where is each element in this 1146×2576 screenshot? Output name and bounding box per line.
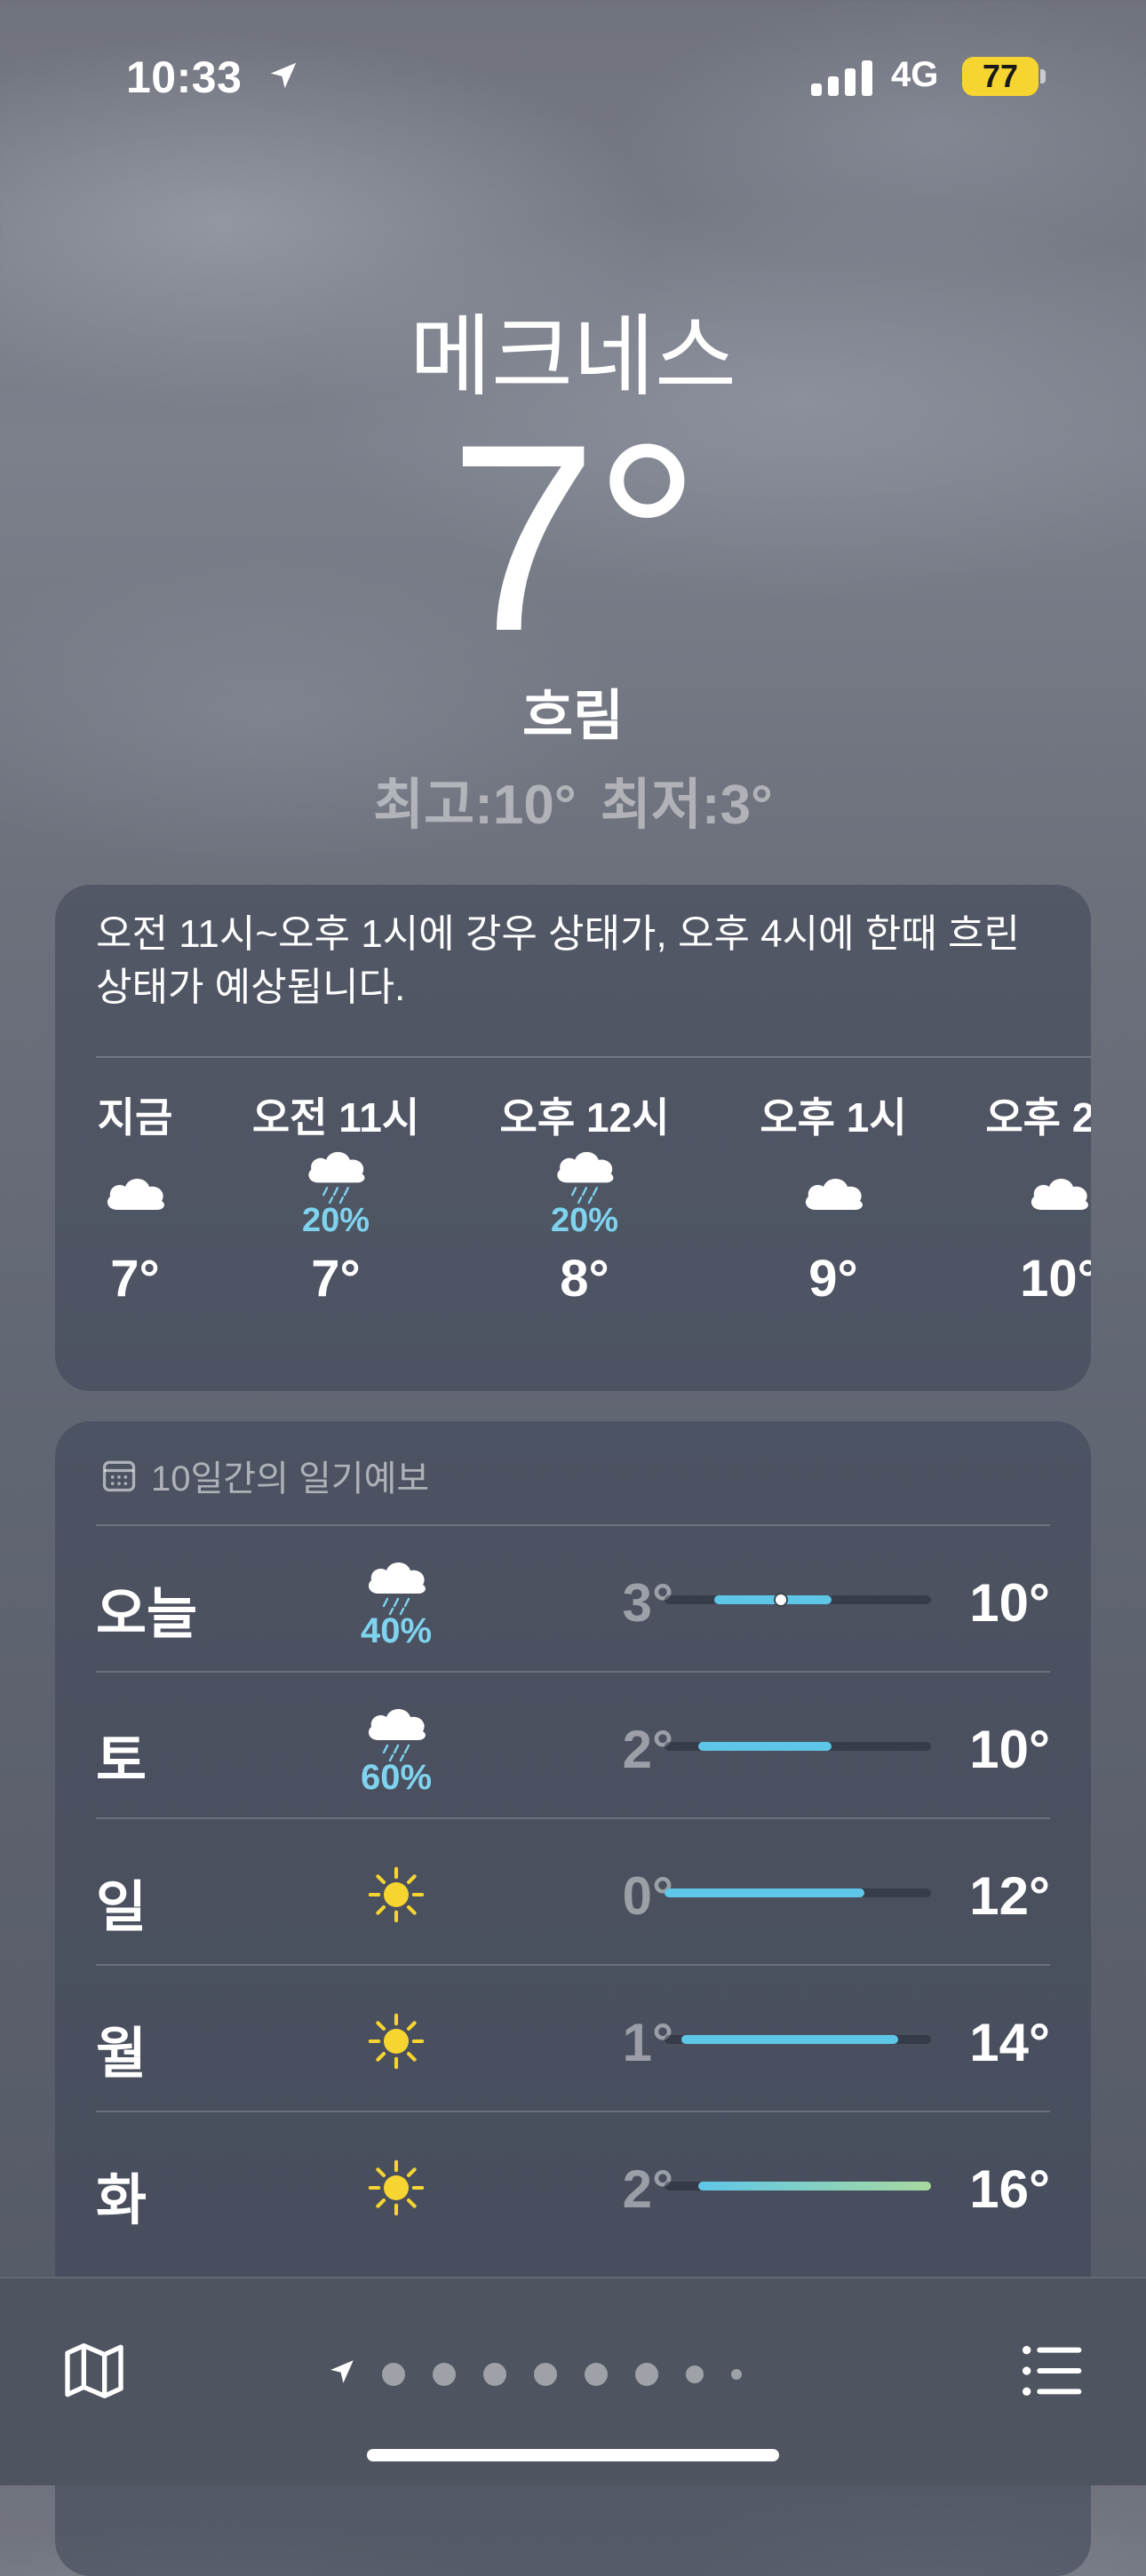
cellular-signal-icon	[811, 60, 872, 96]
temperature-range-fill	[697, 1742, 832, 1751]
temperature-range-bar	[665, 2182, 931, 2190]
day-name: 일	[96, 1877, 147, 1938]
home-indicator	[367, 2449, 779, 2461]
hour-temperature: 9°	[808, 1250, 858, 1308]
day-name: 월	[96, 2023, 147, 2085]
day-name: 토	[96, 1730, 147, 1792]
location-arrow-icon	[270, 62, 297, 89]
page-dot[interactable]	[731, 2368, 742, 2380]
high-temperature: 12°	[969, 1866, 1050, 1926]
sun-icon	[334, 1984, 458, 2099]
high-temperature: 10°	[969, 1720, 1050, 1779]
day-row[interactable]: 토 60% 2° 10°	[96, 1671, 1050, 1818]
temperature-range-fill	[680, 2035, 898, 2044]
hour-label: 지금	[97, 1094, 173, 1141]
page-dot[interactable]	[483, 2362, 506, 2386]
page-dot[interactable]	[585, 2362, 608, 2386]
day-row[interactable]: 일 0° 12°	[96, 1817, 1050, 1965]
cloud-rain-icon: 40%	[334, 1544, 458, 1659]
network-type: 4G	[891, 55, 939, 94]
low-temperature: 2°	[622, 2159, 673, 2219]
list-icon[interactable]	[1016, 2335, 1087, 2406]
precipitation-chance: 40%	[360, 1610, 433, 1650]
day-row[interactable]: 월 1° 14°	[96, 1964, 1050, 2111]
status-time: 10:33	[126, 52, 243, 102]
day-name: 화	[96, 2170, 147, 2231]
day-name: 오늘	[96, 1584, 198, 1645]
hour-item: 오후 12시 20% 8°	[487, 1085, 682, 1308]
cloud-rain-icon: 20%	[238, 1142, 434, 1240]
hour-temperature: 7°	[311, 1250, 361, 1308]
hour-item: 오후 1시 9°	[736, 1085, 931, 1308]
page-dot[interactable]	[686, 2365, 704, 2383]
precipitation-chance: 20%	[550, 1202, 619, 1239]
cloud-icon	[55, 1142, 233, 1240]
page-dot[interactable]	[534, 2362, 557, 2386]
temperature-range-fill	[665, 1888, 864, 1897]
forecast-summary: 오전 11시~오후 1시에 강우 상태가, 오후 4시에 한때 흐린 상태가 예…	[96, 912, 1020, 1009]
map-icon[interactable]	[59, 2335, 130, 2406]
battery-indicator: 77	[962, 57, 1039, 96]
hour-temperature: 7°	[110, 1250, 160, 1308]
ten-day-title: 10일간의 일기예보	[151, 1459, 430, 1499]
hour-label: 오후 12시	[499, 1094, 670, 1141]
current-location-icon	[327, 2357, 357, 2391]
battery-cap	[1040, 69, 1046, 83]
weather-condition: 흐림	[521, 686, 625, 747]
hour-temperature: 10°	[1020, 1250, 1091, 1308]
divider	[96, 1056, 1091, 1058]
day-row[interactable]: 오늘 40% 3° 10°	[96, 1524, 1050, 1672]
temperature-range-bar	[665, 2035, 931, 2044]
sun-icon	[334, 2130, 458, 2246]
cloud-icon	[736, 1142, 931, 1240]
hour-item: 오후 2시 10°	[961, 1085, 1091, 1308]
temperature-range-bar	[665, 1593, 931, 1607]
calendar-icon	[102, 1460, 136, 1492]
cloud-icon	[961, 1142, 1091, 1240]
hour-item: 오전 11시 20% 7°	[238, 1085, 434, 1308]
low-temperature: 2°	[622, 1720, 673, 1779]
ten-day-header: 10일간의 일기예보	[99, 1450, 429, 1501]
low-temperature: 1°	[622, 2013, 673, 2072]
hour-label: 오후 2시	[985, 1094, 1091, 1141]
hour-item: 지금 7°	[55, 1085, 233, 1308]
sun-icon	[334, 1837, 458, 1952]
cloud-rain-icon: 20%	[487, 1142, 682, 1240]
hour-temperature: 8°	[560, 1250, 609, 1308]
current-temp-marker	[774, 1593, 789, 1607]
precipitation-chance: 20%	[301, 1202, 370, 1239]
high-low-temperature: 최고:10° 최저:3°	[373, 775, 773, 836]
page-indicator[interactable]	[327, 2357, 742, 2391]
high-temperature: 10°	[969, 1573, 1050, 1633]
low-temperature: 0°	[622, 1866, 673, 1926]
hourly-forecast-card[interactable]: 오전 11시~오후 1시에 강우 상태가, 오후 4시에 한때 흐린 상태가 예…	[55, 885, 1091, 1391]
high-temperature: 14°	[969, 2013, 1050, 2072]
precipitation-chance: 60%	[360, 1757, 433, 1797]
current-temperature: 7°	[449, 388, 701, 687]
cloud-rain-icon: 60%	[334, 1690, 458, 1806]
temperature-range-fill	[714, 1595, 832, 1604]
page-dot[interactable]	[433, 2362, 456, 2386]
hour-label: 오후 1시	[760, 1094, 907, 1141]
temperature-range-fill	[697, 2182, 931, 2190]
low-temperature: 3°	[622, 1573, 673, 1633]
page-dot[interactable]	[382, 2362, 405, 2386]
day-row[interactable]: 화 2° 16°	[96, 2111, 1050, 2258]
temperature-range-bar	[665, 1742, 931, 1751]
battery-level: 77	[982, 58, 1019, 94]
page-dot[interactable]	[635, 2362, 658, 2386]
temperature-range-bar	[665, 1888, 931, 1897]
hour-label: 오전 11시	[251, 1094, 420, 1141]
high-temperature: 16°	[969, 2159, 1050, 2219]
